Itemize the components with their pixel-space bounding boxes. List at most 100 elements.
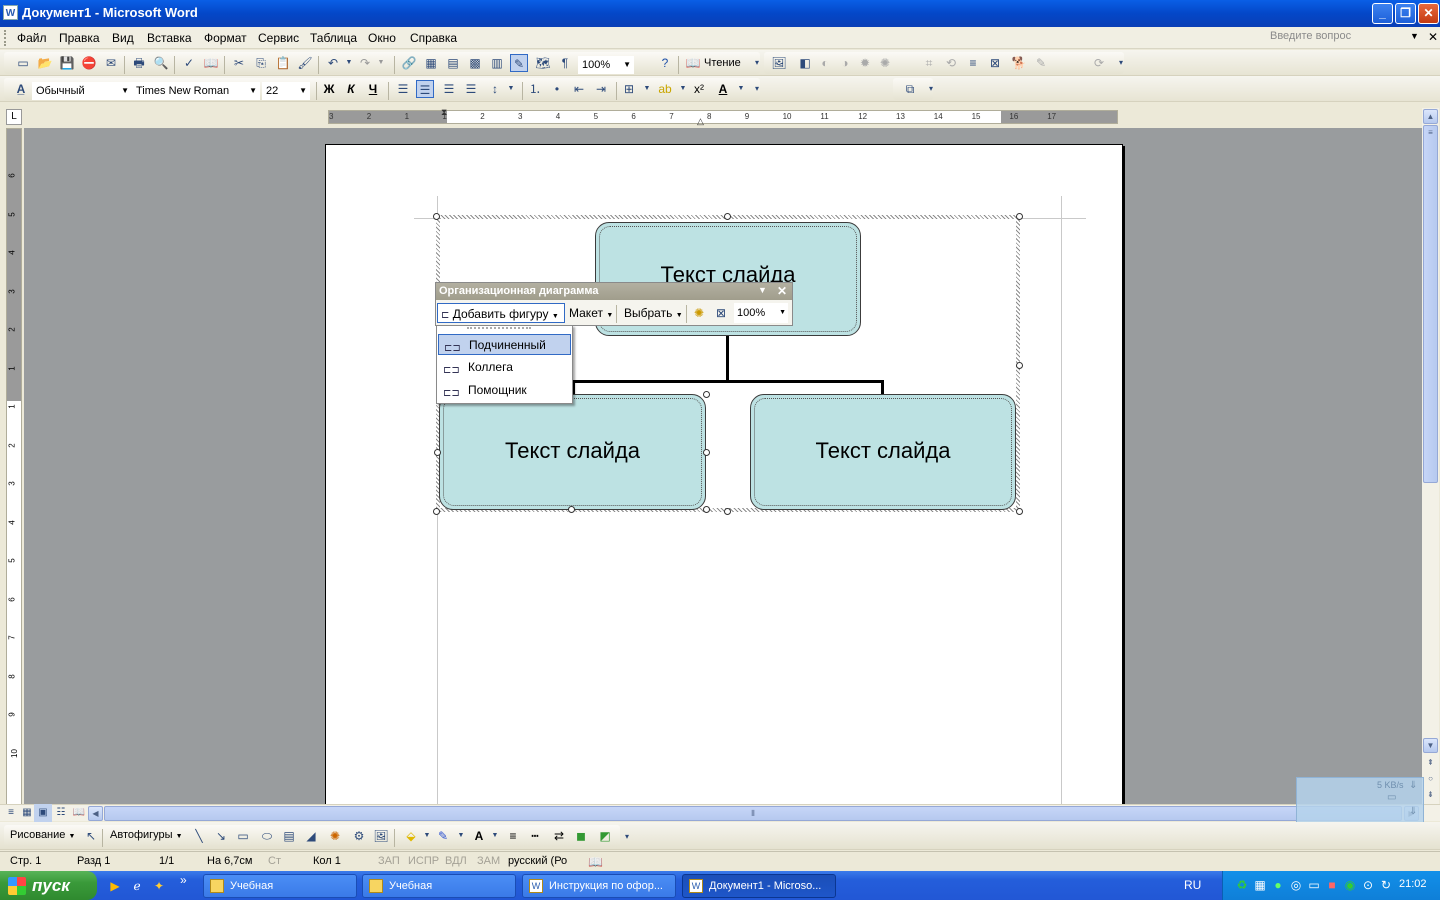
spelling-status-icon[interactable]: 📖	[588, 855, 603, 869]
style-combo[interactable]: Обычный ▼	[32, 82, 132, 100]
format-toolbar-options-icon[interactable]: ▾	[748, 80, 766, 98]
zoom-dropdown-icon[interactable]: ▼	[623, 57, 631, 73]
start-button[interactable]: пуск	[0, 871, 97, 900]
document-map-icon[interactable]: 🗺	[534, 54, 552, 72]
task-button[interactable]: Учебная	[203, 874, 357, 898]
minimize-button[interactable]: _	[1372, 3, 1393, 24]
diagram-icon[interactable]: ✺	[326, 827, 344, 845]
align-right-icon[interactable]: ☰	[440, 80, 458, 98]
menu-tools[interactable]: Сервис	[258, 31, 299, 45]
justify-icon[interactable]: ☰	[462, 80, 480, 98]
menu-item-subordinate[interactable]: ⊏⊐ Подчиненный	[438, 334, 571, 355]
styles-formatting-icon[interactable]: A̲	[12, 80, 30, 98]
bold-button[interactable]: Ж	[320, 80, 338, 98]
tray-monitor-icon[interactable]: ▭	[1305, 876, 1323, 894]
autoformat-icon[interactable]: ✺	[690, 304, 708, 322]
numbering-icon[interactable]: ⒈	[526, 80, 544, 98]
node-handle[interactable]	[703, 449, 710, 456]
org-node-right[interactable]: Текст слайда	[750, 394, 1016, 510]
paste-icon[interactable]: 📋	[274, 54, 292, 72]
menu-help[interactable]: Справка	[410, 31, 457, 45]
more-contrast-icon[interactable]: ◐	[816, 54, 834, 72]
align-center-icon[interactable]: ☰	[416, 80, 434, 98]
tray-status-icon[interactable]: ◉	[1341, 876, 1359, 894]
wordart-icon[interactable]: ◢	[302, 827, 320, 845]
select-objects-icon[interactable]: ↖	[82, 827, 100, 845]
ask-dropdown-arrow-icon[interactable]: ▼	[1410, 31, 1419, 41]
node-handle[interactable]	[703, 506, 710, 513]
bullets-icon[interactable]: •	[548, 80, 566, 98]
superscript-icon[interactable]: x²	[690, 80, 708, 98]
clock[interactable]: 21:02	[1399, 878, 1427, 890]
text-box-link-icon[interactable]: ⧉	[901, 80, 919, 98]
autoshapes-menu-button[interactable]: Автофигуры ▼	[110, 829, 183, 841]
show-hide-icon[interactable]: ¶	[556, 54, 574, 72]
media-player-icon[interactable]: ▶	[106, 877, 124, 895]
resize-handle[interactable]	[724, 213, 731, 220]
extra-toolbar-options-icon[interactable]: ▾	[922, 80, 940, 98]
document-area[interactable]: Текст слайда Текст слайда Текст слайда О…	[24, 128, 1422, 804]
task-button-active[interactable]: W Документ1 - Microso...	[682, 874, 836, 898]
line-color-dropdown-icon[interactable]: ▼	[452, 827, 470, 845]
tray-power-icon[interactable]: ⊙	[1359, 876, 1377, 894]
close-document-icon[interactable]: ✕	[1428, 30, 1438, 44]
tables-borders-icon[interactable]: ▦	[422, 54, 440, 72]
browse-object-icon[interactable]: ○	[1423, 772, 1438, 787]
task-button[interactable]: W Инструкция по офор...	[522, 874, 676, 898]
tray-connection-icon[interactable]: ◎	[1287, 876, 1305, 894]
scroll-down-button[interactable]: ▼	[1423, 738, 1438, 753]
scroll-left-button[interactable]: ◀	[88, 806, 103, 821]
menu-tearoff[interactable]	[467, 327, 531, 329]
right-indent-marker-icon[interactable]: △	[697, 116, 704, 127]
print-view-icon[interactable]: ▣	[34, 804, 52, 822]
print-icon[interactable]: 🖶	[130, 54, 148, 72]
print-preview-icon[interactable]: 🔍	[152, 54, 170, 72]
insert-excel-icon[interactable]: ▩	[466, 54, 484, 72]
menu-edit[interactable]: Правка	[59, 31, 100, 45]
ruler-strip[interactable]: 3 2 1 1 2 3 4 5 6 7 8 9 10 11 12 13 14 15 16 17 ⧗ △	[328, 107, 1118, 127]
insert-table-icon[interactable]: ▤	[444, 54, 462, 72]
underline-button[interactable]: Ч	[364, 80, 382, 98]
reading-layout-icon[interactable]: 📖	[684, 54, 702, 72]
close-window-button[interactable]: ✕	[1418, 3, 1439, 24]
reset-picture-icon[interactable]: ⟳	[1090, 54, 1108, 72]
menu-grip[interactable]	[4, 30, 7, 46]
format-painter-icon[interactable]: 🖌	[296, 54, 314, 72]
horizontal-scrollbar[interactable]: ≡ ▦ ▣ ☷ 📖 ◀ ⦀ ▶	[0, 804, 1440, 822]
borders-dropdown-icon[interactable]: ▼	[638, 80, 656, 98]
drawing-toggle-icon[interactable]: ✎	[510, 54, 528, 72]
network-up-icon[interactable]: ⇓	[1409, 780, 1417, 791]
resize-handle[interactable]	[1016, 213, 1023, 220]
drawing-toolbar-options-icon[interactable]: ▾	[618, 828, 636, 846]
text-wrap-icon[interactable]: ⊠	[712, 304, 730, 322]
quicklaunch-more-icon[interactable]: »	[180, 873, 187, 887]
redo-dropdown-icon[interactable]: ▼	[372, 54, 390, 72]
menu-file[interactable]: Файл	[17, 31, 47, 45]
rectangle-tool-icon[interactable]: ▭	[234, 827, 252, 845]
vertical-ruler[interactable]: 6 5 4 3 2 1 1 2 3 4 5 6 7 8 9 10	[6, 128, 22, 805]
status-extend[interactable]: ВДЛ	[445, 855, 467, 867]
ask-question-box[interactable]: Введите вопрос	[1270, 30, 1420, 46]
font-combo[interactable]: Times New Roman ▼	[132, 82, 260, 100]
menu-view[interactable]: Вид	[112, 31, 134, 45]
toolbar-options-icon[interactable]: ▼	[758, 285, 767, 295]
resize-handle[interactable]	[433, 213, 440, 220]
node-handle[interactable]	[703, 391, 710, 398]
font-color-dropdown-icon[interactable]: ▼	[486, 827, 504, 845]
status-track[interactable]: ИСПР	[408, 855, 439, 867]
restore-button[interactable]: ❐	[1395, 3, 1416, 24]
font-size-dropdown-icon[interactable]: ▼	[299, 83, 307, 99]
open-icon[interactable]: 📂	[36, 54, 54, 72]
resize-handle[interactable]	[724, 508, 731, 515]
vertical-scrollbar[interactable]: ▲ ≡ ▼ ⇞ ○ ⇟	[1422, 108, 1439, 804]
org-toolbar-title[interactable]: Организационная диаграмма	[436, 283, 792, 300]
italic-button[interactable]: К	[342, 80, 360, 98]
style-dropdown-icon[interactable]: ▼	[121, 83, 129, 99]
text-wrapping-icon[interactable]: 🐕	[1010, 54, 1028, 72]
outline-view-icon[interactable]: ☷	[52, 804, 70, 822]
menu-item-coworker[interactable]: ⊏⊐ Коллега	[438, 357, 571, 378]
zoom-combo[interactable]: 100% ▼	[578, 56, 634, 74]
line-style-icon[interactable]: ≡	[964, 54, 982, 72]
spelling-icon[interactable]: ✓	[180, 54, 198, 72]
reading-layout-label[interactable]: Чтение	[704, 57, 741, 69]
